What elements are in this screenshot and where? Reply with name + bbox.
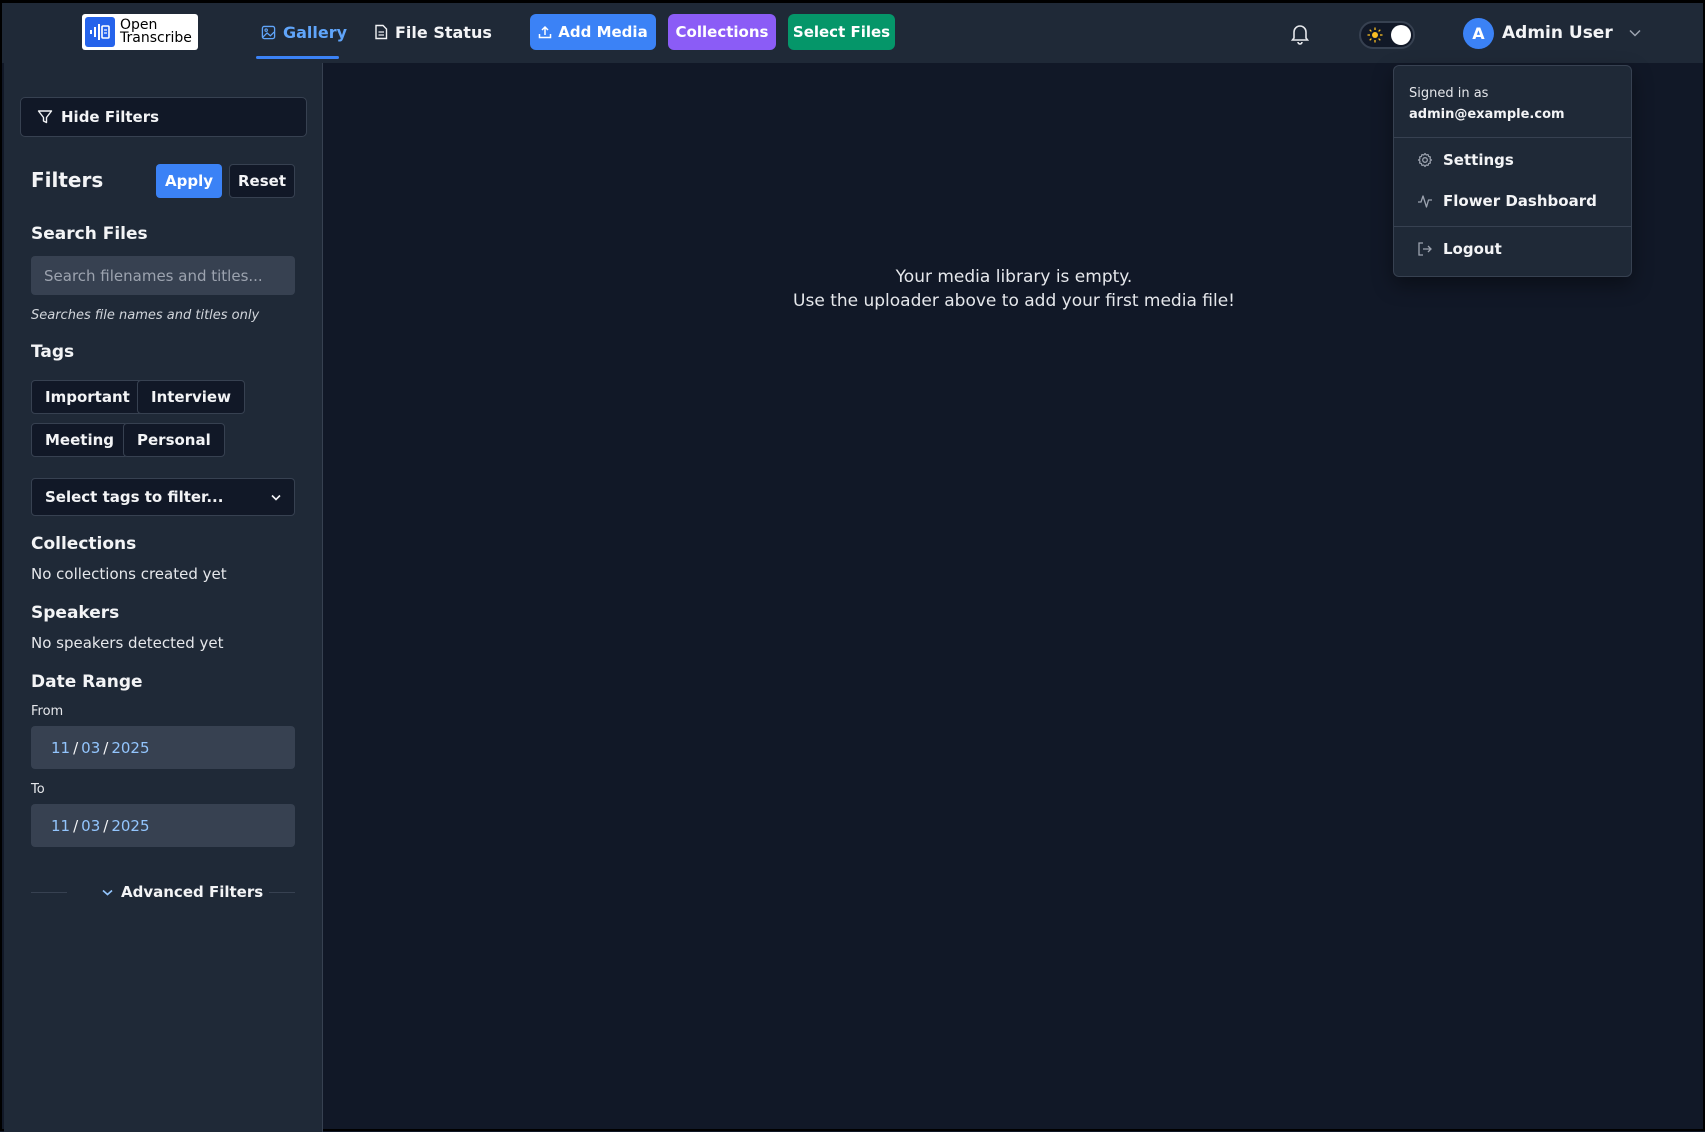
from-date-input[interactable]: 11 / 03 / 2025 xyxy=(31,726,295,769)
date-separator: / xyxy=(73,816,79,835)
from-month: 11 xyxy=(51,738,71,757)
document-icon xyxy=(375,24,388,40)
divider-left xyxy=(31,892,67,893)
menu-divider xyxy=(1394,226,1631,227)
app-logo[interactable]: Open Transcribe xyxy=(82,14,198,50)
add-media-button[interactable]: Add Media xyxy=(530,14,656,50)
to-label: To xyxy=(31,782,45,797)
signed-in-email: admin@example.com xyxy=(1409,107,1565,122)
from-day: 03 xyxy=(81,738,101,757)
from-label: From xyxy=(31,704,64,719)
tag-personal[interactable]: Personal xyxy=(123,423,225,457)
from-year: 2025 xyxy=(111,738,150,757)
active-tab-indicator xyxy=(256,56,339,59)
app-window: Open Transcribe Gallery File Status Add … xyxy=(0,0,1705,1132)
tab-file-status-label: File Status xyxy=(395,22,492,42)
collections-button[interactable]: Collections xyxy=(668,14,776,50)
date-separator: / xyxy=(103,816,109,835)
signed-in-label: Signed in as xyxy=(1409,86,1489,101)
to-date-input[interactable]: 11 / 03 / 2025 xyxy=(31,804,295,847)
menu-item-settings-label: Settings xyxy=(1443,151,1514,169)
filters-sidebar: Hide Filters Filters Apply Reset Search … xyxy=(4,63,323,1132)
filters-title: Filters xyxy=(31,168,104,192)
speakers-title: Speakers xyxy=(31,603,120,623)
search-hint: Searches file names and titles only xyxy=(31,308,260,323)
date-separator: / xyxy=(103,738,109,757)
tag-select-dropdown[interactable]: Select tags to filter... xyxy=(31,478,295,516)
apply-button[interactable]: Apply xyxy=(156,164,222,198)
chevron-down-icon xyxy=(1629,29,1641,37)
user-dropdown-menu: Signed in as admin@example.com Settings … xyxy=(1393,65,1632,277)
tag-interview[interactable]: Interview xyxy=(137,380,245,414)
tab-gallery[interactable]: Gallery xyxy=(261,17,347,47)
menu-item-logout[interactable]: Logout xyxy=(1402,232,1623,266)
image-icon xyxy=(261,25,276,39)
chevron-down-icon xyxy=(271,494,281,501)
add-media-label: Add Media xyxy=(558,23,648,41)
theme-toggle[interactable] xyxy=(1359,21,1415,49)
tag-meeting[interactable]: Meeting xyxy=(31,423,129,457)
collections-label: Collections xyxy=(675,23,769,41)
search-input[interactable] xyxy=(31,256,295,295)
to-day: 03 xyxy=(81,816,101,835)
menu-item-settings[interactable]: Settings xyxy=(1402,143,1623,177)
date-range-title: Date Range xyxy=(31,672,143,692)
advanced-filters-toggle[interactable]: Advanced Filters xyxy=(96,883,270,901)
date-separator: / xyxy=(73,738,79,757)
hide-filters-button[interactable]: Hide Filters xyxy=(20,97,307,137)
menu-item-flower-label: Flower Dashboard xyxy=(1443,192,1597,210)
app-logo-text: Open Transcribe xyxy=(120,18,192,46)
collections-title: Collections xyxy=(31,534,137,554)
tags-title: Tags xyxy=(31,342,75,362)
menu-item-logout-label: Logout xyxy=(1443,240,1502,258)
to-month: 11 xyxy=(51,816,71,835)
select-files-label: Select Files xyxy=(792,23,891,41)
toggle-knob xyxy=(1391,25,1411,45)
chevron-down-icon xyxy=(102,889,113,896)
logo-line-2: Transcribe xyxy=(120,30,192,46)
select-files-button[interactable]: Select Files xyxy=(788,14,895,50)
sun-icon xyxy=(1367,27,1383,43)
menu-item-flower-dashboard[interactable]: Flower Dashboard xyxy=(1402,184,1623,218)
activity-icon xyxy=(1418,195,1432,208)
hide-filters-label: Hide Filters xyxy=(61,108,160,126)
advanced-filters-label: Advanced Filters xyxy=(121,883,264,901)
tag-select-placeholder: Select tags to filter... xyxy=(45,488,224,506)
speakers-empty-text: No speakers detected yet xyxy=(31,634,224,652)
avatar: A xyxy=(1463,17,1494,49)
advanced-filters-row: Advanced Filters xyxy=(31,883,295,903)
user-name: Admin User xyxy=(1502,23,1613,43)
tab-file-status[interactable]: File Status xyxy=(374,17,492,47)
reset-button[interactable]: Reset xyxy=(229,164,295,198)
to-year: 2025 xyxy=(111,816,150,835)
search-files-title: Search Files xyxy=(31,224,148,244)
top-navbar: Open Transcribe Gallery File Status Add … xyxy=(2,3,1703,63)
filter-icon xyxy=(37,110,53,124)
waveform-logo-icon xyxy=(85,17,115,47)
upload-icon xyxy=(539,25,552,39)
tag-important[interactable]: Important xyxy=(31,380,144,414)
tab-gallery-label: Gallery xyxy=(283,22,348,42)
empty-message-line-2: Use the uploader above to add your first… xyxy=(793,291,1235,311)
gear-icon xyxy=(1417,152,1433,168)
collections-empty-text: No collections created yet xyxy=(31,565,227,583)
logout-icon xyxy=(1418,242,1432,256)
menu-divider xyxy=(1394,137,1631,138)
bell-icon[interactable] xyxy=(1290,23,1310,49)
user-menu-button[interactable]: A Admin User xyxy=(1463,17,1641,49)
